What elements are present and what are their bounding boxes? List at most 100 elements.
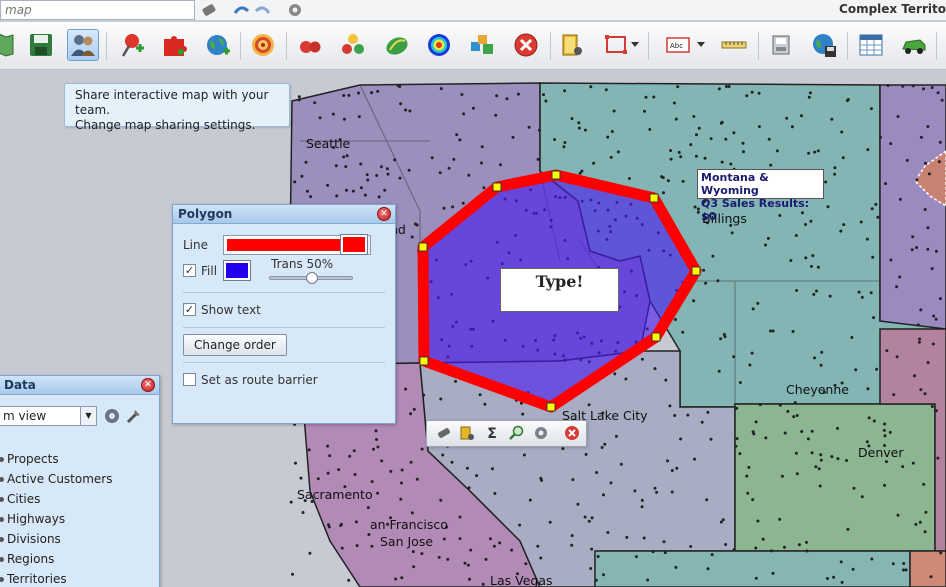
- save-icon[interactable]: [25, 29, 57, 61]
- customer-point: [710, 553, 714, 557]
- list-item[interactable]: Regions: [0, 552, 54, 566]
- customer-point: [819, 458, 823, 462]
- customer-point: [830, 455, 834, 459]
- customer-point: [870, 207, 874, 211]
- list-item[interactable]: Territories: [0, 572, 67, 586]
- customer-point: [363, 193, 367, 197]
- customer-point: [917, 340, 921, 344]
- gear-icon[interactable]: [103, 407, 121, 428]
- delete-layer-icon[interactable]: [510, 29, 542, 61]
- territory-colorado[interactable]: [734, 403, 936, 552]
- customer-point: [885, 349, 889, 353]
- car-route-icon[interactable]: [898, 29, 930, 61]
- customer-point: [729, 162, 733, 166]
- territory-northern-plains[interactable]: [879, 84, 946, 330]
- divider: [183, 327, 385, 328]
- chevron-down-icon[interactable]: [694, 29, 708, 61]
- customer-point: [915, 246, 919, 249]
- redo-icon[interactable]: [254, 2, 272, 18]
- customer-point: [633, 489, 637, 493]
- list-item[interactable]: Highways: [0, 512, 65, 526]
- gear-icon[interactable]: [286, 2, 304, 18]
- slider-thumb[interactable]: [306, 272, 318, 284]
- customer-point: [860, 295, 864, 299]
- gear-icon[interactable]: [532, 425, 550, 443]
- customer-point: [679, 437, 683, 441]
- chevron-down-icon[interactable]: ▼: [80, 407, 96, 425]
- show-text-checkbox[interactable]: ✓: [183, 303, 196, 316]
- map-icon[interactable]: [0, 29, 18, 61]
- customer-point: [748, 363, 752, 367]
- customer-point: [694, 154, 698, 158]
- add-layer-globe-icon[interactable]: [202, 29, 234, 61]
- customer-point: [536, 157, 540, 161]
- customer-point: [634, 555, 638, 559]
- customer-point: [624, 377, 628, 381]
- pie-chart-map-icon[interactable]: [337, 29, 369, 61]
- list-item[interactable]: Propects: [0, 452, 59, 466]
- customer-point: [370, 544, 374, 548]
- polygon-text-box[interactable]: Type!: [500, 268, 619, 312]
- list-item[interactable]: Divisions: [0, 532, 61, 546]
- heat-map-icon[interactable]: [423, 29, 455, 61]
- customer-point: [732, 548, 736, 552]
- line-color-button[interactable]: [340, 234, 368, 255]
- toolbar-divider: [648, 32, 649, 60]
- print-icon[interactable]: [766, 29, 798, 61]
- close-icon[interactable]: [563, 425, 581, 443]
- zoom-icon[interactable]: [507, 425, 525, 443]
- customer-point: [300, 174, 304, 178]
- customer-point: [876, 215, 880, 219]
- customer-point: [610, 130, 614, 133]
- search-input[interactable]: [0, 0, 195, 20]
- fill-checkbox[interactable]: ✓: [183, 264, 196, 277]
- radius-target-icon[interactable]: [247, 29, 279, 61]
- customer-point: [409, 412, 413, 416]
- add-pushpin-icon[interactable]: [116, 29, 148, 61]
- territory-southwest[interactable]: [594, 550, 911, 587]
- customer-point: [583, 128, 587, 132]
- customer-point: [711, 254, 715, 258]
- customer-point: [919, 135, 923, 139]
- customer-point: [841, 156, 845, 160]
- tools-icon[interactable]: [125, 407, 143, 428]
- customer-point: [367, 533, 371, 536]
- spreadsheet-icon[interactable]: [855, 29, 887, 61]
- customer-point: [484, 557, 488, 561]
- route-pushpin-icon[interactable]: [556, 29, 588, 61]
- territory-sales-label[interactable]: Montana & Wyoming Q3 Sales Results: $0: [697, 169, 824, 223]
- customer-point: [795, 472, 799, 476]
- view-select[interactable]: m view ▼: [0, 406, 97, 426]
- text-label-icon[interactable]: Abc: [662, 29, 694, 61]
- shaded-area-icon[interactable]: [381, 29, 413, 61]
- territory-south-edge[interactable]: [909, 550, 946, 587]
- customer-point: [511, 135, 515, 139]
- close-icon[interactable]: ✕: [377, 207, 391, 221]
- change-order-button[interactable]: Change order: [183, 334, 287, 356]
- sum-icon[interactable]: Σ: [483, 425, 501, 443]
- route-pushpin-icon[interactable]: [458, 425, 476, 443]
- route-barrier-checkbox[interactable]: [183, 373, 196, 386]
- customer-point: [492, 544, 496, 548]
- save-globe-icon[interactable]: [808, 29, 840, 61]
- cluster-map-icon[interactable]: [466, 29, 498, 61]
- customer-point: [594, 578, 598, 582]
- territory-puzzle-icon[interactable]: [158, 29, 190, 61]
- fill-color-button[interactable]: [223, 260, 251, 281]
- close-icon[interactable]: ✕: [141, 378, 155, 392]
- ruler-icon[interactable]: [718, 29, 750, 61]
- customer-point: [420, 447, 424, 451]
- share-tooltip: Share interactive map with your team. Ch…: [64, 83, 290, 132]
- eraser-icon[interactable]: [200, 2, 218, 18]
- customer-point: [469, 548, 473, 552]
- customer-point: [751, 307, 755, 311]
- bubble-map-icon[interactable]: [294, 29, 326, 61]
- chevron-down-icon[interactable]: [628, 29, 642, 61]
- eraser-icon[interactable]: [435, 425, 453, 443]
- list-item[interactable]: Active Customers: [0, 472, 112, 486]
- share-map-button[interactable]: [67, 29, 99, 61]
- customer-point: [756, 301, 760, 305]
- undo-icon[interactable]: [232, 2, 250, 18]
- list-item[interactable]: Cities: [0, 492, 40, 506]
- transparency-slider[interactable]: [269, 272, 353, 284]
